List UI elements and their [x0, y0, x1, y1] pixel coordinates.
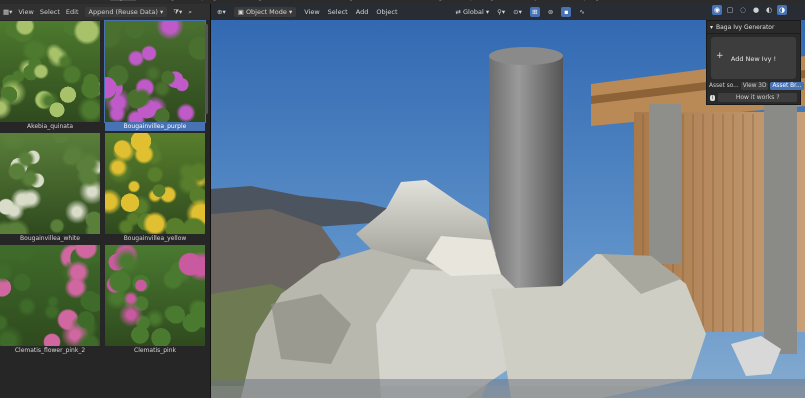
workspace-tab[interactable]: Sculpting: [186, 0, 220, 1]
workspace-tab[interactable]: Modeling: [144, 0, 177, 1]
rendered-shading-icon[interactable]: ◑: [777, 5, 787, 15]
material-shading-icon[interactable]: ◐: [764, 5, 774, 15]
asset-tile[interactable]: Clematis_flower_pink_2: [0, 245, 100, 355]
import-mode-dropdown[interactable]: Append (Reuse Data) ▾: [84, 7, 168, 17]
asset-name: Bougainvillea_purple: [105, 123, 205, 131]
asset-name: Clematis_pink: [134, 347, 176, 354]
asset-tile[interactable]: Clematis_pink: [105, 245, 205, 355]
asset-thumbnail: [105, 133, 205, 234]
chevron-down-icon[interactable]: ▾: [710, 24, 713, 31]
asset-source-label: Asset so...: [709, 83, 739, 89]
workspace-tab[interactable]: Texture Paint: [273, 0, 318, 1]
source-view3d-option[interactable]: View 3D: [740, 82, 769, 90]
workspace-tab[interactable]: Scripting: [570, 0, 603, 1]
asset-tile[interactable]: Bougainvillea_yellow: [105, 133, 205, 243]
menu-add[interactable]: Add: [356, 8, 369, 16]
viewport-bottom-bar: [211, 386, 805, 398]
editor-type-icon[interactable]: ▦▾: [3, 8, 12, 16]
solid-shading-icon[interactable]: ●: [751, 5, 761, 15]
asset-name: Bougainvillea_yellow: [123, 235, 187, 242]
proportional-edit-icon[interactable]: ⊚: [548, 8, 553, 16]
menu-edit[interactable]: Edit: [66, 8, 79, 16]
editor-type-icon[interactable]: ⊕▾: [217, 8, 226, 16]
filter-icon[interactable]: ⧩▾: [173, 8, 182, 17]
pivot-icon[interactable]: ⚲▾: [497, 8, 505, 16]
workspace-tab[interactable]: Rendering: [409, 0, 446, 1]
cylinder-top: [489, 47, 563, 65]
import-mode-value: Append (Reuse Data): [88, 8, 158, 16]
asset-tile[interactable]: Bougainvillea_white: [0, 133, 100, 243]
asset-thumbnail: [105, 245, 205, 346]
source-asset-browser-option[interactable]: Asset Br...: [770, 82, 804, 90]
orientation-value: Global: [463, 8, 484, 16]
concrete-cylinder: [489, 50, 563, 291]
menu-object[interactable]: Object: [376, 8, 397, 16]
xray-icon[interactable]: ▢: [725, 5, 735, 15]
workspace-tab[interactable]: Geometry Nodes: [505, 0, 562, 1]
visibility-icon[interactable]: ◉: [712, 5, 722, 15]
asset-thumbnail: [0, 133, 100, 234]
menu-view[interactable]: View: [18, 8, 33, 16]
asset-thumbnail: [0, 245, 100, 346]
snapping-toggle-icon[interactable]: ⊞: [529, 7, 540, 17]
mode-value: Object Mode: [245, 8, 287, 16]
info-icon: i: [710, 94, 716, 101]
asset-name: Clematis_flower_pink_2: [14, 347, 86, 354]
wireframe-shading-icon[interactable]: ◌: [738, 5, 748, 15]
menu-select[interactable]: Select: [328, 8, 348, 16]
asset-source-row: Asset so... View 3D Asset Br...: [709, 81, 804, 91]
search-icon[interactable]: ⌕: [188, 8, 192, 17]
menu-select[interactable]: Select: [40, 8, 60, 16]
help-row: i How it works ?: [710, 93, 797, 102]
overlay-icon[interactable]: ▪: [561, 7, 572, 17]
menu-view[interactable]: View: [304, 8, 319, 16]
asset-tile[interactable]: Akebia_quinata: [0, 21, 100, 131]
workspace-tab[interactable]: Shading: [326, 0, 356, 1]
asset-thumbnail: [0, 21, 100, 122]
panel-header[interactable]: ▾ Baga Ivy Generator: [707, 21, 800, 34]
graph-icon[interactable]: ∿: [579, 8, 584, 16]
panel-title: Baga Ivy Generator: [716, 23, 775, 31]
scrollbar[interactable]: [205, 24, 208, 114]
workspace-tab[interactable]: Layout: [110, 0, 137, 1]
add-new-ivy-label: Add New Ivy !: [730, 55, 777, 63]
workspace-tab[interactable]: UV Editing: [228, 0, 265, 1]
transform-orientation-dropdown[interactable]: ⇄ Global ▾: [456, 8, 490, 16]
workspace-tab[interactable]: Animation: [364, 0, 401, 1]
asset-thumbnail: [104, 20, 206, 123]
mode-dropdown[interactable]: ▣ Object Mode ▾: [233, 7, 297, 17]
asset-browser-header: ▦▾ View Select Edit Append (Reuse Data) …: [0, 4, 210, 20]
asset-browser: ▦▾ View Select Edit Append (Reuse Data) …: [0, 4, 211, 398]
snap-icon[interactable]: ⊙▾: [513, 8, 522, 16]
asset-name: Bougainvillea_white: [20, 235, 80, 242]
asset-name: Akebia_quinata: [27, 123, 73, 130]
viewport-shading-controls: ◉ ▢ ◌ ● ◐ ◑: [712, 5, 787, 15]
how-it-works-button[interactable]: How it works ?: [718, 93, 797, 102]
asset-tile[interactable]: Bougainvillea_purple: [104, 20, 206, 131]
ivy-generator-panel: ▾ Baga Ivy Generator + Add New Ivy ! Ass…: [706, 20, 804, 105]
add-new-ivy-button[interactable]: + Add New Ivy !: [711, 37, 796, 79]
workspace-tab[interactable]: Compositing: [453, 0, 497, 1]
